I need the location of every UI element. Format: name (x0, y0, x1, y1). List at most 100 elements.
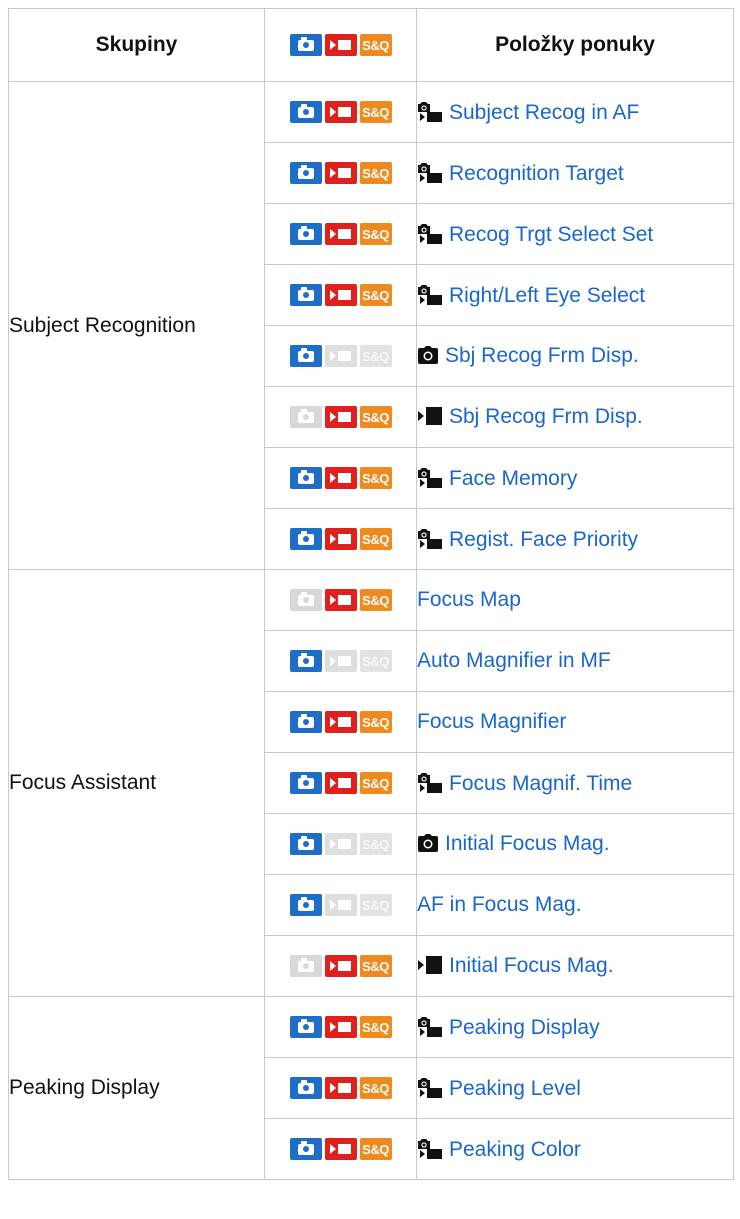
photo-mode-icon (289, 772, 322, 795)
menu-item-link[interactable]: Sbj Recog Frm Disp. (449, 405, 643, 428)
mode-availability: S&Q (264, 325, 417, 387)
mode-availability: S&Q (264, 386, 417, 448)
movie-mode-icon (324, 345, 357, 368)
menu-item-link[interactable]: Focus Map (417, 588, 521, 611)
movie-mode-icon (324, 34, 357, 57)
menu-item-link[interactable]: Auto Magnifier in MF (417, 649, 611, 672)
movie-mode-icon (324, 833, 357, 856)
movie-mode-icon (324, 711, 357, 734)
sq-mode-icon: S&Q (359, 467, 392, 490)
camera-icon (418, 346, 438, 364)
mode-icon-set: S&Q (289, 833, 392, 856)
menu-item-link[interactable]: Peaking Color (449, 1138, 581, 1161)
menu-item-link[interactable]: Regist. Face Priority (449, 528, 638, 551)
sq-mode-icon: S&Q (359, 528, 392, 551)
header-modes: S&Q (264, 8, 417, 82)
menu-item-link[interactable]: Sbj Recog Frm Disp. (445, 344, 639, 367)
movie-mode-icon (324, 406, 357, 429)
movie-mode-icon (324, 650, 357, 673)
menu-item-cell: Peaking Display (416, 996, 734, 1058)
sq-mode-icon: S&Q (359, 284, 392, 307)
mode-icon-set: S&Q (289, 772, 392, 795)
movie-mode-icon (324, 223, 357, 246)
mode-availability: S&Q (264, 1057, 417, 1119)
movie-mode-icon (324, 589, 357, 612)
menu-item-cell: Peaking Color (416, 1118, 734, 1180)
movie-mode-icon (324, 1016, 357, 1039)
table-body: Subject Recognition S&Q Subject Recog in A… (8, 81, 734, 1180)
photo-mode-icon (289, 34, 322, 57)
mode-icon-set: S&Q (289, 223, 392, 246)
mode-icon-set: S&Q (289, 650, 392, 673)
header-groups: Skupiny (8, 8, 265, 82)
mode-icon-set: S&Q (289, 345, 392, 368)
menu-item-cell: Right/Left Eye Select (416, 264, 734, 326)
mode-icon-set: S&Q (289, 589, 392, 612)
menu-item-link[interactable]: Peaking Display (449, 1016, 600, 1039)
menu-item-cell: Peaking Level (416, 1057, 734, 1119)
header-mode-icons: S&Q (289, 34, 392, 57)
menu-item-link[interactable]: Face Memory (449, 467, 577, 490)
table-row: Focus Assistant S&Q Focus Map (8, 569, 734, 997)
mode-availability: S&Q (264, 264, 417, 326)
photo-mode-icon (289, 528, 322, 551)
movie-mode-icon (324, 528, 357, 551)
menu-item-link[interactable]: Right/Left Eye Select (449, 284, 645, 307)
mode-availability: S&Q (264, 447, 417, 509)
sq-mode-icon: S&Q (359, 223, 392, 246)
menu-item-cell: Initial Focus Mag. (416, 935, 734, 997)
menu-item-link[interactable]: Focus Magnifier (417, 710, 566, 733)
mode-icon-set: S&Q (289, 406, 392, 429)
photo-mode-icon (289, 223, 322, 246)
mode-availability: S&Q (264, 935, 417, 997)
mode-availability: S&Q (264, 752, 417, 814)
photo-mode-icon (289, 650, 322, 673)
group-peaking-display: Peaking Display (8, 996, 265, 1180)
photo-movie-icon (418, 162, 442, 183)
sq-mode-icon: S&Q (359, 955, 392, 978)
mode-icon-set: S&Q (289, 1016, 392, 1039)
menu-table: Skupiny S&Q Položky ponuky Subject Recog… (8, 8, 734, 1180)
menu-item-link[interactable]: Recognition Target (449, 162, 624, 185)
photo-movie-icon (418, 772, 442, 793)
group-subject-recognition: Subject Recognition (8, 81, 265, 570)
sq-mode-icon: S&Q (359, 162, 392, 185)
photo-mode-icon (289, 833, 322, 856)
mode-availability: S&Q (264, 1118, 417, 1180)
sq-mode-icon: S&Q (359, 711, 392, 734)
table-row: Peaking Display S&Q Peaking Display (8, 996, 734, 1180)
mode-availability: S&Q (264, 996, 417, 1058)
menu-item-cell: Sbj Recog Frm Disp. (416, 325, 734, 387)
menu-item-link[interactable]: Initial Focus Mag. (449, 954, 614, 977)
menu-item-link[interactable]: Initial Focus Mag. (445, 832, 610, 855)
menu-item-link[interactable]: Recog Trgt Select Set (449, 223, 653, 246)
sq-mode-icon: S&Q (359, 101, 392, 124)
menu-item-cell: Subject Recog in AF (416, 81, 734, 143)
photo-movie-icon (418, 284, 442, 305)
movie-mode-icon (324, 894, 357, 917)
photo-mode-icon (289, 955, 322, 978)
mode-availability: S&Q (264, 813, 417, 875)
movie-mode-icon (324, 1077, 357, 1100)
menu-item-link[interactable]: Focus Magnif. Time (449, 772, 632, 795)
mode-icon-set: S&Q (289, 101, 392, 124)
sq-mode-icon: S&Q (359, 772, 392, 795)
menu-item-cell: Sbj Recog Frm Disp. (416, 386, 734, 448)
sq-mode-icon: S&Q (359, 1016, 392, 1039)
menu-item-link[interactable]: AF in Focus Mag. (417, 893, 582, 916)
menu-item-cell: AF in Focus Mag. (416, 874, 734, 936)
menu-item-link[interactable]: Peaking Level (449, 1077, 581, 1100)
sq-mode-icon: S&Q (359, 34, 392, 57)
photo-movie-icon (418, 223, 442, 244)
menu-item-cell: Face Memory (416, 447, 734, 509)
mode-availability: S&Q (264, 81, 417, 143)
camera-icon (418, 834, 438, 852)
mode-icon-set: S&Q (289, 162, 392, 185)
movie-icon (418, 956, 442, 974)
photo-mode-icon (289, 711, 322, 734)
menu-item-cell: Initial Focus Mag. (416, 813, 734, 875)
mode-icon-set: S&Q (289, 1077, 392, 1100)
sq-mode-icon: S&Q (359, 1138, 392, 1161)
movie-icon (418, 407, 442, 425)
menu-item-link[interactable]: Subject Recog in AF (449, 101, 639, 124)
